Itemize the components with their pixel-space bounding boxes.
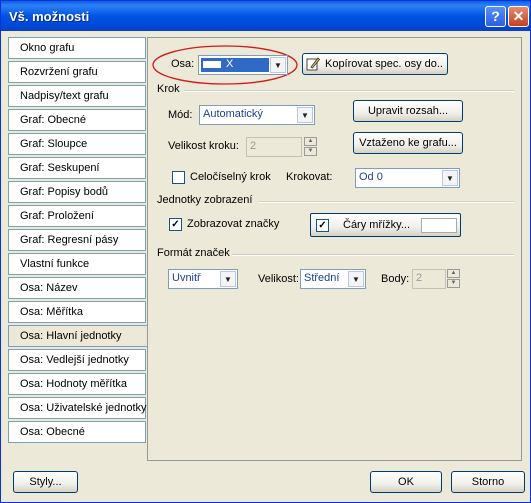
- show-marks-label: Zobrazovat značky: [187, 218, 280, 230]
- sidebar-item-graph-grouping[interactable]: Graf: Seskupení: [8, 157, 146, 179]
- styles-button[interactable]: Styly...: [13, 471, 78, 493]
- separator: [184, 90, 514, 92]
- sidebar-item-axis-general[interactable]: Osa: Obecné: [8, 421, 146, 443]
- sidebar-item-graph-point-labels[interactable]: Graf: Popisy bodů: [8, 181, 146, 203]
- points-label: Body:: [381, 273, 410, 285]
- close-button[interactable]: ✕: [508, 6, 529, 27]
- sidebar-item-graph-regression-bands[interactable]: Graf: Regresní pásy: [8, 229, 146, 251]
- ok-button[interactable]: OK: [370, 471, 442, 493]
- separator: [232, 254, 514, 256]
- axis-select-highlight: X: [201, 58, 269, 72]
- chevron-down-icon[interactable]: ▼: [348, 271, 364, 287]
- chevron-down-icon[interactable]: ▼: [442, 170, 458, 186]
- gridlines-checkbox[interactable]: ✓: [316, 219, 329, 232]
- chevron-down-icon[interactable]: ▼: [297, 107, 313, 123]
- mark-size-label: Velikost:: [258, 273, 299, 285]
- mark-size-select[interactable]: Střední ▼: [300, 269, 366, 289]
- spin-up-icon[interactable]: ▲: [447, 269, 460, 278]
- sidebar-item-graph-fit[interactable]: Graf: Proložení: [8, 205, 146, 227]
- sidebar-item-graph-columns[interactable]: Graf: Sloupce: [8, 133, 146, 155]
- group-mark-format-label: Formát značek: [157, 247, 230, 259]
- checkmark-icon: ✓: [171, 219, 180, 230]
- sidebar-item-titles-text[interactable]: Nadpisy/text grafu: [8, 85, 146, 107]
- mode-select-value: Automatický: [203, 108, 263, 120]
- mark-position-value: Uvnitř: [172, 272, 201, 284]
- spin-down-icon[interactable]: ▼: [304, 147, 317, 156]
- stepping-label: Krokovat:: [286, 171, 333, 183]
- step-size-spinner[interactable]: ▲ ▼: [304, 137, 317, 157]
- sidebar-item-axis-title[interactable]: Osa: Název: [8, 277, 146, 299]
- mode-select[interactable]: Automatický ▼: [199, 105, 315, 125]
- gridlines-label: Čáry mřížky...: [343, 219, 411, 231]
- points-spinner[interactable]: ▲ ▼: [447, 269, 460, 289]
- mode-label: Mód:: [168, 109, 193, 121]
- points-input[interactable]: 2: [412, 269, 446, 289]
- sidebar-item-graph-general[interactable]: Graf: Obecné: [8, 109, 146, 131]
- separator: [258, 201, 514, 203]
- mark-size-value: Střední: [304, 272, 340, 284]
- group-display-units-label: Jednotky zobrazení: [157, 194, 253, 206]
- axis-label: Osa:: [171, 58, 195, 70]
- chevron-down-icon[interactable]: ▼: [220, 271, 236, 287]
- axis-select-value: X: [226, 58, 234, 70]
- copy-axis-label: Kopírovat spec. osy do..: [324, 58, 443, 70]
- sidebar-item-axis-user-units[interactable]: Osa: Uživatelské jednotky: [8, 397, 147, 419]
- axis-line-icon: [203, 61, 221, 68]
- gridlines-group-button[interactable]: ✓ Čáry mřížky...: [310, 213, 461, 237]
- group-step-label: Krok: [157, 83, 180, 95]
- adjust-range-button[interactable]: Upravit rozsah...: [353, 100, 463, 122]
- step-size-value: 2: [250, 140, 257, 152]
- title-bar: Vš. možnosti ? ✕: [1, 1, 530, 31]
- mark-position-select[interactable]: Uvnitř ▼: [168, 269, 238, 289]
- sidebar-item-custom-function[interactable]: Vlastní funkce: [8, 253, 146, 275]
- integer-step-checkbox[interactable]: [172, 171, 185, 184]
- close-icon: ✕: [512, 8, 525, 24]
- sidebar-item-chart-window[interactable]: Okno grafu: [8, 37, 146, 59]
- show-marks-checkbox[interactable]: ✓: [169, 218, 182, 231]
- edit-icon: [306, 56, 321, 71]
- spin-down-icon[interactable]: ▼: [447, 279, 460, 288]
- settings-panel: Osa: X ▼ Kopírovat spec. osy do.. Krok M…: [147, 37, 522, 461]
- spin-up-icon[interactable]: ▲: [304, 137, 317, 146]
- help-button[interactable]: ?: [485, 6, 506, 27]
- help-icon: ?: [491, 8, 500, 24]
- step-size-input[interactable]: 2: [246, 137, 302, 157]
- related-to-graph-button[interactable]: Vztaženo ke grafu...: [353, 132, 463, 154]
- stepping-select[interactable]: Od 0 ▼: [355, 168, 460, 188]
- gridline-color-swatch: [421, 218, 457, 233]
- chevron-down-icon[interactable]: ▼: [270, 57, 286, 73]
- sidebar-item-axis-minor-units[interactable]: Osa: Vedlejší jednotky: [8, 349, 146, 371]
- sidebar-item-chart-layout[interactable]: Rozvržení grafu: [8, 61, 146, 83]
- stepping-select-value: Od 0: [359, 171, 383, 183]
- options-dialog: Vš. možnosti ? ✕ Okno grafu Rozvržení gr…: [0, 0, 531, 503]
- copy-axis-button[interactable]: Kopírovat spec. osy do..: [302, 53, 448, 75]
- integer-step-label: Celočíselný krok: [190, 171, 271, 183]
- axis-select[interactable]: X ▼: [198, 55, 288, 75]
- step-size-label: Velikost kroku:: [168, 140, 239, 152]
- cancel-button[interactable]: Storno: [451, 471, 525, 493]
- sidebar-item-axis-scale-values[interactable]: Osa: Hodnoty měřítka: [8, 373, 146, 395]
- sidebar-item-axis-major-units[interactable]: Osa: Hlavní jednotky: [8, 325, 150, 347]
- sidebar-item-axis-scale[interactable]: Osa: Měřítka: [8, 301, 146, 323]
- window-title: Vš. možnosti: [9, 9, 90, 24]
- checkmark-icon: ✓: [318, 220, 327, 231]
- points-value: 2: [416, 272, 423, 284]
